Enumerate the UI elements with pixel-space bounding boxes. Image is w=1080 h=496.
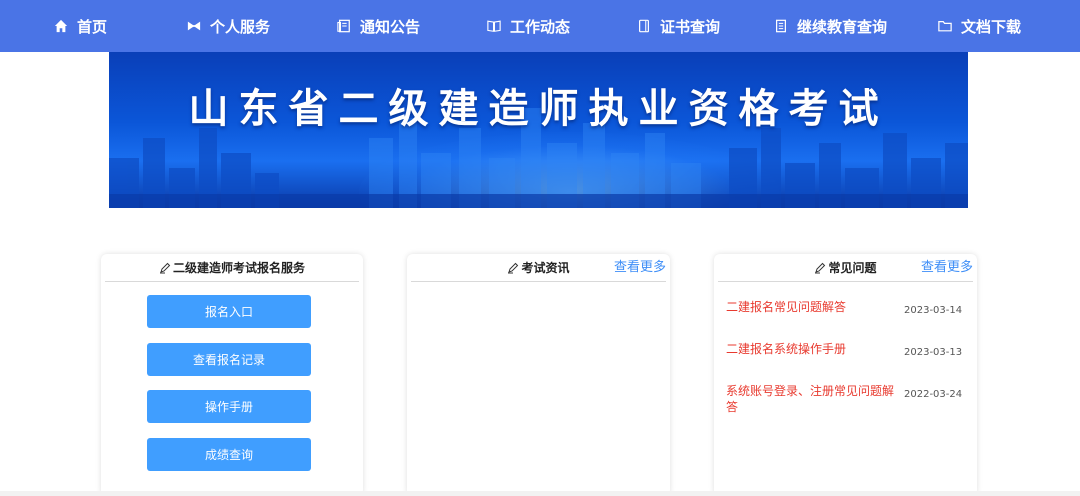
page-bottom-divider: [0, 491, 1080, 496]
faq-item-date: 2023-03-14: [904, 305, 963, 316]
hero-banner: 山东省二级建造师执业资格考试: [109, 52, 968, 208]
faq-item-date: 2023-03-13: [904, 347, 963, 358]
registration-service-card: 二级建造师考试报名服务 报名入口 查看报名记录 操作手册 成绩查询: [101, 254, 363, 496]
banner-title: 山东省二级建造师执业资格考试: [188, 86, 889, 132]
score-query-button[interactable]: 成绩查询: [147, 438, 311, 471]
card-header: 二级建造师考试报名服务: [105, 254, 359, 282]
nav-item-notice[interactable]: 通知公告: [336, 0, 420, 52]
faq-item-date: 2022-03-24: [904, 389, 963, 400]
view-more-link[interactable]: 查看更多: [921, 256, 973, 275]
card-title: 二级建造师考试报名服务: [172, 261, 305, 275]
nav-item-label: 证书查询: [660, 17, 721, 36]
nav-item-label: 通知公告: [360, 17, 421, 36]
view-more-link[interactable]: 查看更多: [614, 256, 666, 275]
exam-news-card: 考试资讯 查看更多: [407, 254, 670, 496]
home-icon: [53, 18, 69, 34]
nav-item-label: 工作动态: [510, 17, 571, 36]
pen-icon: [508, 262, 519, 273]
nav-item-work-news[interactable]: 工作动态: [486, 0, 570, 52]
nav-item-personal-service[interactable]: 个人服务: [186, 0, 270, 52]
nav-item-certificate-query[interactable]: 证书查询: [636, 0, 720, 52]
nav-item-label: 继续教育查询: [797, 17, 888, 36]
nav-item-label: 个人服务: [210, 17, 271, 36]
top-nav-bar: 首页 个人服务 通知公告 工作动态 证书查询 继续教育查询 文档下载: [0, 0, 1080, 52]
folder-icon: [937, 18, 953, 34]
card-title: 考试资讯: [521, 261, 570, 275]
nav-item-label: 首页: [77, 17, 108, 36]
book-icon: [486, 18, 502, 34]
faq-card: 常见问题 查看更多 二建报名常见问题解答 2023-03-14 二建报名系统操作…: [714, 254, 977, 496]
card-header: 常见问题 查看更多: [718, 254, 973, 282]
nav-item-home[interactable]: 首页: [53, 0, 107, 52]
pen-icon: [159, 262, 171, 273]
nav-item-continuing-education[interactable]: 继续教育查询: [773, 0, 887, 52]
card-header: 考试资讯 查看更多: [411, 254, 666, 282]
nav-item-label: 文档下载: [961, 17, 1022, 36]
view-registration-records-button[interactable]: 查看报名记录: [147, 343, 311, 376]
faq-item-title[interactable]: 二建报名常见问题解答: [726, 299, 894, 315]
faq-item-title[interactable]: 系统账号登录、注册常见问题解答: [726, 383, 894, 415]
nav-item-document-download[interactable]: 文档下载: [937, 0, 1021, 52]
pen-icon: [815, 262, 826, 273]
card-title: 常见问题: [828, 261, 877, 275]
register-entry-button[interactable]: 报名入口: [147, 295, 311, 328]
user-service-icon: [186, 18, 202, 34]
operation-manual-button[interactable]: 操作手册: [147, 390, 311, 423]
document-icon: [773, 18, 789, 34]
notice-icon: [336, 18, 352, 34]
certificate-icon: [636, 18, 652, 34]
faq-item-title[interactable]: 二建报名系统操作手册: [726, 341, 894, 357]
